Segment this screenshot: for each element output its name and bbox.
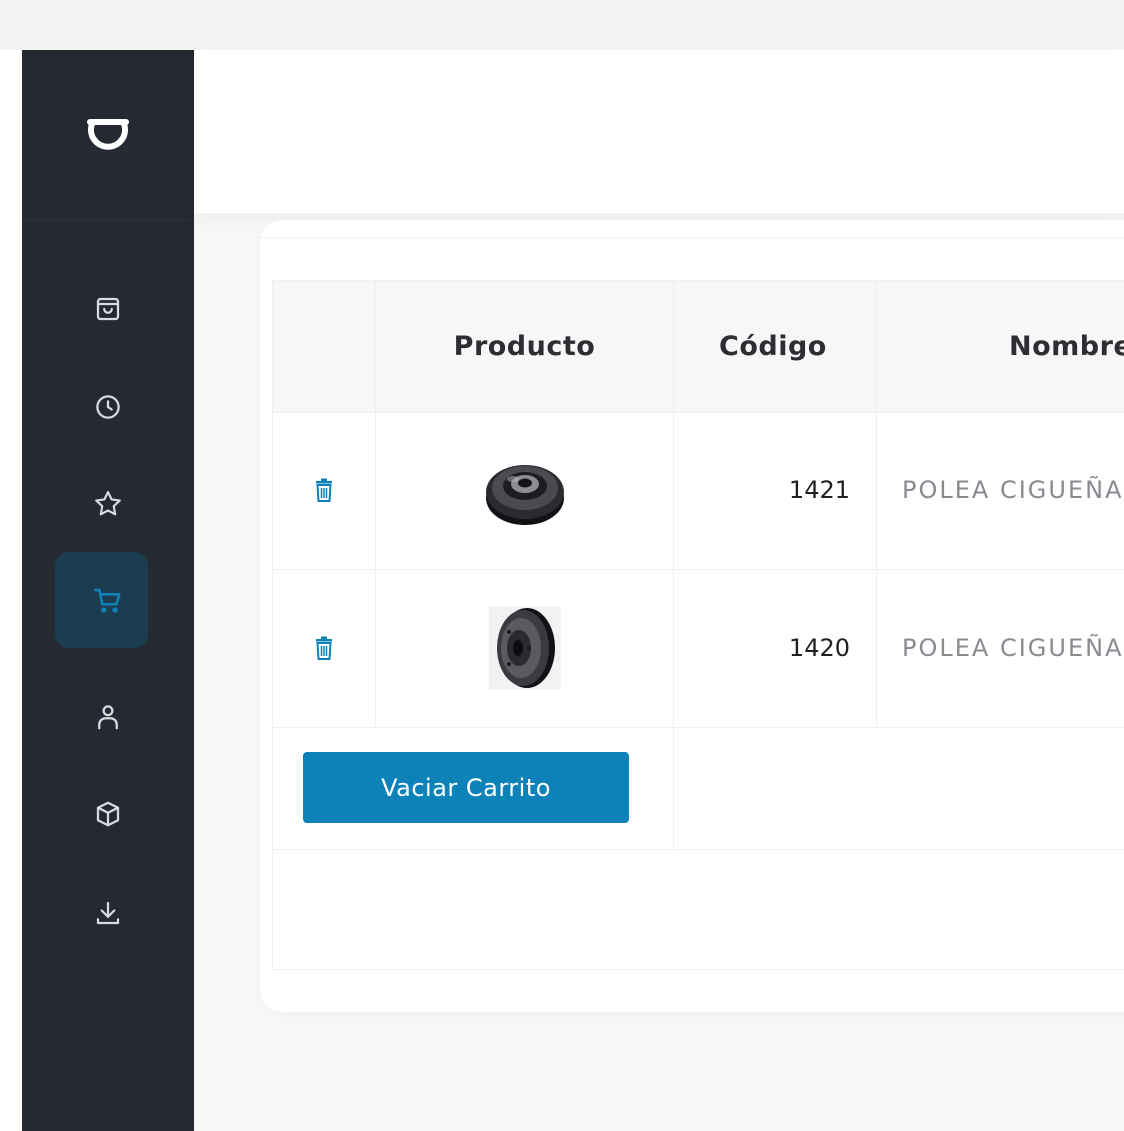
sidebar-logo-area xyxy=(22,50,194,221)
pulley-image[interactable] xyxy=(483,452,567,528)
cart-table: Producto Código Nombre 1421 POLEA CIGUEÑ… xyxy=(272,280,1124,970)
user-icon xyxy=(98,705,118,730)
star-icon xyxy=(95,490,121,516)
table-header-row: Producto Código Nombre xyxy=(272,280,1124,413)
brand-logo[interactable] xyxy=(82,110,134,160)
product-code: 1420 xyxy=(788,634,850,662)
nav-item-orders[interactable] xyxy=(22,279,194,339)
row-code-cell: 1421 xyxy=(674,411,877,569)
product-name: POLEA CIGUEÑAL xyxy=(902,634,1124,662)
nav-item-history[interactable] xyxy=(22,377,194,437)
header-code[interactable]: Código xyxy=(719,331,827,362)
header-product-cell: Producto xyxy=(376,281,674,412)
table-row: 1421 POLEA CIGUEÑAL xyxy=(272,411,1124,570)
card-divider xyxy=(260,237,1124,238)
row-product-cell xyxy=(376,569,674,727)
clock-icon xyxy=(96,395,120,419)
top-header xyxy=(194,50,1124,213)
cart-card: Producto Código Nombre 1421 POLEA CIGUEÑ… xyxy=(260,220,1124,1012)
pulley-image[interactable] xyxy=(485,602,565,694)
clear-cart-button[interactable]: Vaciar Carrito xyxy=(303,752,629,823)
nav-item-cart[interactable] xyxy=(22,552,194,648)
sidebar xyxy=(22,50,194,1131)
main-content: Producto Código Nombre 1421 POLEA CIGUEÑ… xyxy=(194,50,1124,1131)
download-icon xyxy=(96,901,120,925)
cart-icon xyxy=(93,588,121,613)
box-icon xyxy=(96,801,120,827)
trash-icon[interactable] xyxy=(315,636,333,660)
browser-top-strip xyxy=(0,0,1124,50)
header-name-cell: Nombre xyxy=(877,281,1124,412)
table-empty-row xyxy=(272,849,1124,970)
shopping-bag-icon xyxy=(96,297,120,321)
product-code: 1421 xyxy=(788,476,850,504)
nav-item-products[interactable] xyxy=(22,784,194,844)
nav-item-favorites[interactable] xyxy=(22,474,194,534)
row-name-cell: POLEA CIGUEÑAL xyxy=(877,411,1124,569)
nav-item-profile[interactable] xyxy=(22,687,194,747)
nav-item-downloads[interactable] xyxy=(22,883,194,943)
header-name[interactable]: Nombre xyxy=(1009,331,1124,362)
header-actions-cell xyxy=(272,281,376,412)
trash-icon[interactable] xyxy=(315,478,333,502)
table-row: 1420 POLEA CIGUEÑAL xyxy=(272,569,1124,728)
row-actions-cell xyxy=(272,411,376,569)
footer-actions-cell: Vaciar Carrito xyxy=(272,727,674,849)
table-footer-row: Vaciar Carrito xyxy=(272,727,1124,850)
row-actions-cell xyxy=(272,569,376,727)
row-name-cell: POLEA CIGUEÑAL xyxy=(877,569,1124,727)
app-frame: Producto Código Nombre 1421 POLEA CIGUEÑ… xyxy=(0,0,1124,1131)
row-product-cell xyxy=(376,411,674,569)
header-product[interactable]: Producto xyxy=(454,331,596,362)
row-code-cell: 1420 xyxy=(674,569,877,727)
header-code-cell: Código xyxy=(674,281,877,412)
product-name: POLEA CIGUEÑAL xyxy=(902,476,1124,504)
